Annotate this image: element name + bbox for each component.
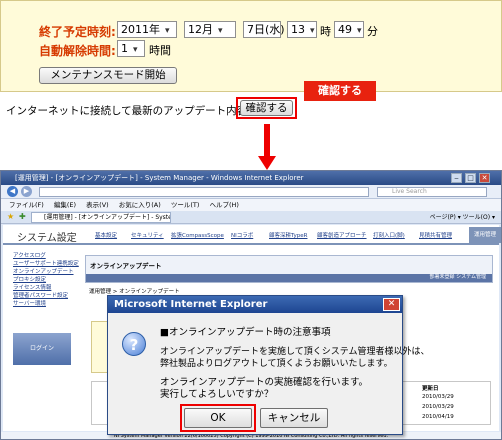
minute-unit: 分 <box>367 25 378 38</box>
confirm-dialog: Microsoft Internet Explorer ✕ ? ■オンラインアッ… <box>107 295 429 435</box>
app-title: システム設定 <box>17 233 77 244</box>
nav-basic[interactable]: 基本設定 <box>95 231 117 239</box>
table-header-date: 更新日 <box>422 386 439 392</box>
sidebar-item-support[interactable]: ユーザーサポート連携設定 <box>13 259 79 267</box>
day-select[interactable]: 7日(水) <box>243 21 285 38</box>
menu-view[interactable]: 表示(V) <box>86 201 109 209</box>
sidebar-item-proxy[interactable]: プロキシ設定 <box>13 275 46 283</box>
nav-security[interactable]: セキュリティ <box>131 231 164 239</box>
nav-operations[interactable]: 運用管理 <box>469 227 501 243</box>
connect-instruction: インターネットに接続して最新のアップデート内容を <box>6 105 258 117</box>
tab-current[interactable]: [運用管理] - [オンラインアップデート] - System Mana... <box>31 212 171 223</box>
nav-approach[interactable]: 顧客創造アプローチ <box>317 231 367 239</box>
sidebar-item-access-log[interactable]: アクセスログ <box>13 251 46 259</box>
maximize-icon[interactable]: □ <box>465 173 476 183</box>
question-icon: ? <box>122 332 146 356</box>
window-title: [運用管理] - [オンラインアップデート] - System Manager … <box>1 171 501 185</box>
cancel-button[interactable]: キャンセル <box>260 408 328 428</box>
breadcrumb: 運用管理 > オンラインアップデート <box>89 289 180 295</box>
settings-panel: 終了予定時刻: 2011年 12月 7日(水) 13 時 49 分 自動解除時間… <box>0 0 502 92</box>
auto-release-label: 自動解除時間: <box>39 44 116 58</box>
confirm-callout-label: 確認する <box>304 81 376 101</box>
menu-tools[interactable]: ツール(T) <box>171 201 200 209</box>
auto-release-unit: 時間 <box>149 44 171 57</box>
menu-bar: ファイル(F) 編集(E) 表示(V) お気に入り(A) ツール(T) ヘルプ(… <box>1 199 501 211</box>
menu-file[interactable]: ファイル(F) <box>9 201 44 209</box>
sidebar-item-license[interactable]: ライセンス情報 <box>13 283 51 291</box>
menu-edit[interactable]: 編集(E) <box>54 201 76 209</box>
panel-title: オンラインアップデート <box>90 262 162 270</box>
url-input[interactable] <box>39 187 369 197</box>
dialog-close-icon[interactable]: ✕ <box>383 298 400 311</box>
start-maintenance-button[interactable]: メンテナンスモード開始 <box>39 67 177 84</box>
end-time-label: 終了予定時刻: <box>39 25 116 39</box>
menu-favorites[interactable]: お気に入り(A) <box>119 201 161 209</box>
nav-timecard[interactable]: 打刻入口(脚) <box>373 231 405 239</box>
table-cell-date: 2010/03/29 <box>422 404 454 410</box>
window-close-icon[interactable]: ✕ <box>479 173 490 183</box>
year-select[interactable]: 2011年 <box>117 21 177 38</box>
ok-button[interactable]: OK <box>184 408 252 428</box>
search-input[interactable]: Live Search <box>377 187 487 197</box>
nav-quote[interactable]: 見積共有管理 <box>419 231 452 239</box>
address-bar: ◀ ▶ Live Search <box>1 185 501 199</box>
hour-unit: 時 <box>320 25 331 38</box>
nav-collabo[interactable]: NIコラボ <box>231 231 253 239</box>
add-favorite-icon[interactable]: ✚ <box>19 212 26 221</box>
nav-compass[interactable]: 拡張CompassScope <box>171 231 224 239</box>
side-banner[interactable]: ログイン <box>13 333 71 365</box>
confirm-button[interactable]: 確認する <box>240 100 293 116</box>
sidebar: アクセスログ ユーザーサポート連携設定 オンラインアップデート プロキシ設定 ラ… <box>3 247 81 431</box>
panel-header: オンラインアップデート 部署未登録 システム管理 <box>85 255 493 283</box>
panel-user-info: 部署未登録 システム管理 <box>429 274 486 280</box>
minimize-icon[interactable]: ‒ <box>451 173 462 183</box>
table-cell-date: 2010/03/29 <box>422 394 454 400</box>
down-arrow-icon <box>258 156 276 170</box>
sidebar-item-server[interactable]: サーバー環境 <box>13 299 46 307</box>
favorites-star-icon[interactable]: ★ <box>7 212 14 221</box>
app-header: システム設定 基本設定 セキュリティ 拡張CompassScope NIコラボ … <box>3 225 501 245</box>
month-select[interactable]: 12月 <box>184 21 236 38</box>
auto-release-select[interactable]: 1 <box>117 40 145 57</box>
dialog-heading: ■オンラインアップデート時の注意事項 <box>160 327 331 338</box>
minute-select[interactable]: 49 <box>334 21 364 38</box>
tab-strip: ★ ✚ [運用管理] - [オンラインアップデート] - System Mana… <box>1 211 501 224</box>
dialog-message-line: 弊社製品よりログアウトして頂くようお願いいたします。 <box>160 359 393 369</box>
dialog-title: Microsoft Internet Explorer <box>108 296 402 313</box>
dialog-message-line: 実行してよろしいですか？ <box>160 389 274 400</box>
down-arrow-shaft <box>264 124 270 158</box>
forward-icon[interactable]: ▶ <box>21 186 32 197</box>
back-icon[interactable]: ◀ <box>7 186 18 197</box>
ie-window: [運用管理] - [オンラインアップデート] - System Manager … <box>0 170 502 440</box>
command-bar[interactable]: ページ(P) ▾ ツール(O) ▾ <box>430 211 495 224</box>
nav-typer[interactable]: 顧客深耕TypeR <box>269 231 307 239</box>
sidebar-item-password[interactable]: 管理者パスワード設定 <box>13 291 68 299</box>
table-cell-date: 2010/04/19 <box>422 414 454 420</box>
menu-help[interactable]: ヘルプ(H) <box>210 201 239 209</box>
hour-select[interactable]: 13 <box>287 21 317 38</box>
sidebar-item-online-update[interactable]: オンラインアップデート <box>13 267 74 275</box>
